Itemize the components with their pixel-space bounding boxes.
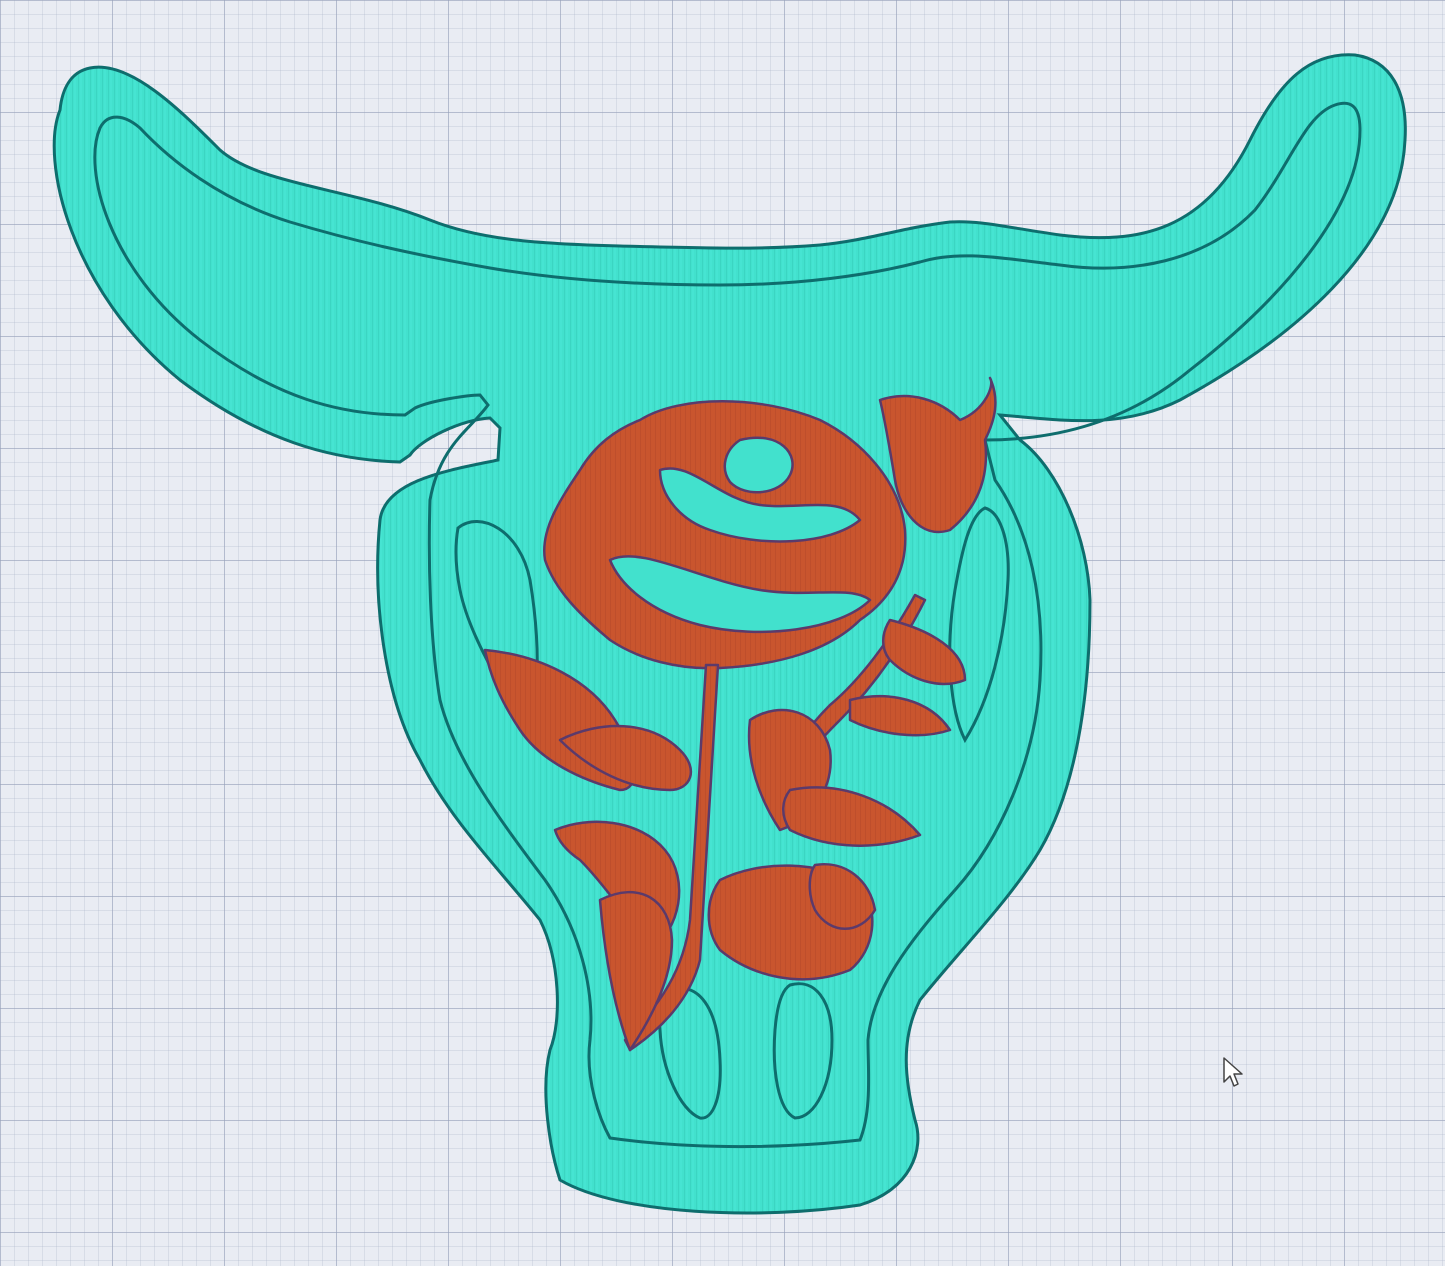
- arrow-pointer-icon: [1223, 1057, 1243, 1087]
- design-canvas[interactable]: [0, 0, 1445, 1266]
- rose-center-swirl: [723, 436, 794, 494]
